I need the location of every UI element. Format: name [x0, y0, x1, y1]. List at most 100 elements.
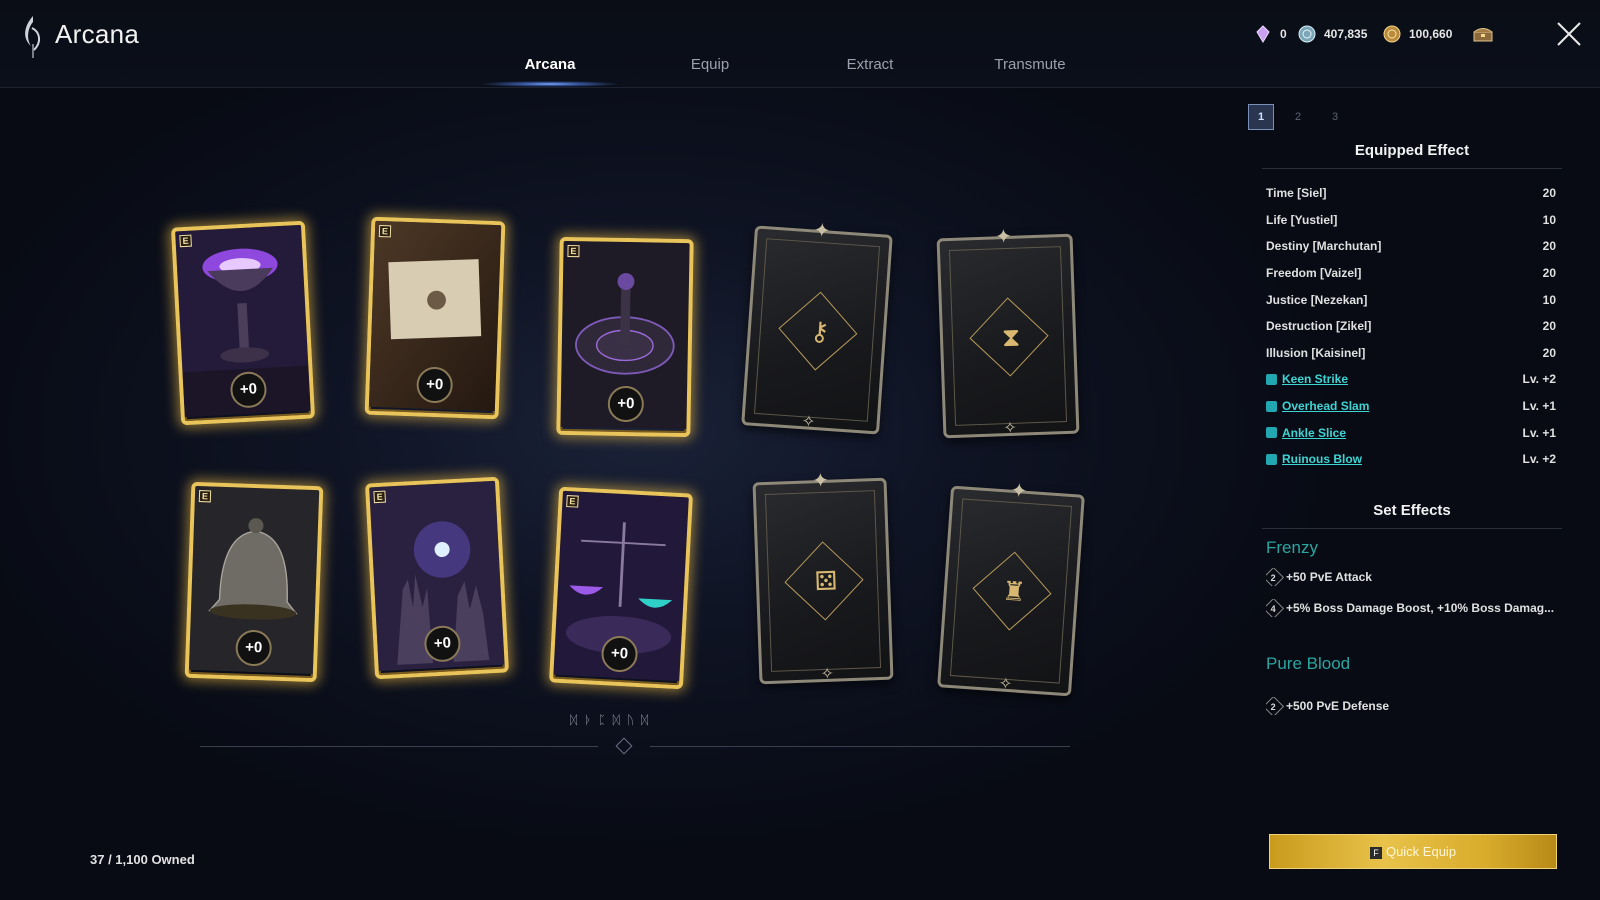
quick-equip-label: Quick Equip: [1385, 844, 1457, 859]
deck-runes-decoration: ᛞᚦᛈᛞᚢᛞ: [570, 713, 656, 727]
skill-name: Ruinous Blow: [1282, 452, 1362, 467]
compass-star-icon: ✦: [811, 469, 830, 493]
hourglass-icon: ⧗: [1001, 321, 1021, 353]
arcana-card-hands[interactable]: E +0: [364, 476, 510, 680]
effect-name: Time [Siel]: [1266, 186, 1327, 201]
skill-link-keen-strike[interactable]: Keen Strike: [1266, 372, 1348, 386]
empty-card-slot-key[interactable]: ✦ ⚷ ✧: [741, 220, 893, 435]
effect-name: Illusion [Kaisinel]: [1266, 345, 1366, 360]
compass-star-icon: ✧: [998, 675, 1013, 694]
grade-badge: E: [567, 244, 580, 258]
skill-link-ruinous-blow[interactable]: Ruinous Blow: [1266, 452, 1362, 466]
set-effect-row: 2 +50 PvE Attack: [1266, 568, 1558, 586]
compass-star-icon: ✧: [801, 413, 816, 432]
chest-icon: [1473, 28, 1493, 42]
skill-book-icon: [1266, 373, 1277, 385]
grade-badge: E: [179, 234, 192, 248]
grade-badge: E: [373, 490, 386, 504]
set-effect-row: 2 +500 PvE Defense: [1266, 697, 1558, 715]
preset-page-1[interactable]: 1: [1248, 104, 1274, 130]
active-tab-indicator: [480, 80, 620, 88]
equipped-effect-title: Equipped Effect: [1354, 142, 1470, 159]
effect-row: Justice [Nezekan] 10: [1266, 286, 1556, 313]
quick-equip-button[interactable]: F Quick Equip: [1269, 834, 1557, 869]
arcana-logo-icon: [25, 16, 40, 58]
compass-star-icon: ✧: [1003, 419, 1018, 438]
grade-badge: E: [198, 490, 212, 503]
effect-value: 20: [1542, 266, 1556, 281]
preset-pages: 1 2 3: [1248, 104, 1359, 130]
key-icon: ⚷: [809, 315, 831, 347]
set-effect-text: +5% Boss Damage Boost, +10% Boss Damag..…: [1286, 601, 1555, 615]
tab-transmute[interactable]: Transmute: [950, 56, 1110, 73]
deck-divider-right: [650, 746, 1070, 747]
effect-value: 20: [1542, 319, 1556, 334]
skill-row: Ruinous Blow Lv. +2: [1266, 446, 1556, 473]
skill-level: Lv. +2: [1522, 452, 1556, 467]
arcana-card-wheel[interactable]: E +0: [556, 236, 694, 438]
section-divider: [1262, 528, 1562, 529]
effect-value: 20: [1542, 345, 1556, 360]
compass-star-icon: ✦: [812, 219, 832, 243]
preset-page-3[interactable]: 3: [1322, 104, 1348, 130]
set-effect-row: 4 +5% Boss Damage Boost, +10% Boss Damag…: [1266, 599, 1558, 617]
skill-book-icon: [1266, 453, 1277, 465]
effect-row: Destiny [Marchutan] 20: [1266, 233, 1556, 260]
set-effects-title: Set Effects: [1373, 502, 1451, 519]
skill-name: Ankle Slice: [1282, 425, 1347, 440]
skill-level: Lv. +1: [1522, 399, 1556, 414]
set-count-badge: 2: [1266, 697, 1285, 715]
effect-row: Freedom [Vaizel] 20: [1266, 260, 1556, 287]
dice-icon: ⚄: [814, 565, 838, 597]
effect-row: Illusion [Kaisinel] 20: [1266, 340, 1556, 367]
deck-divider-node: [615, 737, 633, 755]
gold-coin-icon: [1383, 25, 1401, 43]
arcana-card-bell[interactable]: E +0: [184, 481, 324, 683]
currency-gold: 100,660: [1383, 24, 1452, 44]
deck-divider-left: [200, 746, 598, 747]
grade-badge: E: [566, 495, 579, 508]
skill-link-ankle-slice[interactable]: Ankle Slice: [1266, 426, 1346, 440]
silver-coin-icon: [1298, 25, 1316, 43]
effect-row: Destruction [Zikel] 20: [1266, 313, 1556, 340]
effect-value: 20: [1542, 239, 1556, 254]
close-icon[interactable]: [1555, 20, 1583, 48]
empty-card-slot-lantern[interactable]: ✦ ♜ ✧: [937, 480, 1085, 697]
set-count-badge: 2: [1266, 568, 1285, 586]
skill-name: Overhead Slam: [1282, 399, 1370, 414]
skill-level: Lv. +2: [1522, 372, 1556, 387]
set-effect-text: +50 PvE Attack: [1286, 570, 1372, 584]
set-name-frenzy: Frenzy: [1266, 538, 1318, 557]
skill-link-overhead-slam[interactable]: Overhead Slam: [1266, 399, 1369, 413]
tab-extract[interactable]: Extract: [790, 56, 950, 73]
crystal-amount: 0: [1280, 27, 1287, 41]
compass-star-icon: ✧: [820, 665, 835, 684]
main-tabs: Arcana Equip Extract Transmute: [470, 56, 1110, 88]
tab-equip[interactable]: Equip: [630, 56, 790, 73]
effect-name: Destruction [Zikel]: [1266, 319, 1372, 334]
compass-star-icon: ✦: [994, 225, 1013, 249]
top-bar: Arcana Arcana Equip Extract Transmute 0 …: [0, 0, 1600, 88]
effect-value: 10: [1542, 292, 1556, 307]
grade-badge: E: [378, 224, 392, 238]
empty-card-slot-dice[interactable]: ✦ ⚄ ✧: [752, 470, 894, 685]
page-title: Arcana: [55, 19, 140, 49]
arcana-card-chalice[interactable]: E +0: [170, 220, 316, 426]
currency-silver: 407,835: [1298, 24, 1367, 44]
empty-card-slot-hourglass[interactable]: ✦ ⧗ ✧: [936, 226, 1080, 439]
effect-name: Life [Yustiel]: [1266, 212, 1338, 227]
keyboard-key-hint: F: [1369, 846, 1382, 859]
arcana-card-scales[interactable]: E +0: [548, 486, 694, 690]
tab-arcana[interactable]: Arcana: [470, 56, 630, 73]
skill-book-icon: [1266, 400, 1277, 412]
compass-star-icon: ✦: [1009, 479, 1029, 503]
silver-amount: 407,835: [1324, 27, 1368, 41]
gold-amount: 100,660: [1409, 27, 1453, 41]
section-divider: [1262, 168, 1562, 169]
crystal-icon: [1256, 25, 1270, 43]
effect-name: Freedom [Vaizel]: [1266, 266, 1362, 281]
arcana-card-scroll[interactable]: E +0: [364, 216, 506, 420]
preset-page-2[interactable]: 2: [1285, 104, 1311, 130]
effect-value: 20: [1542, 186, 1556, 201]
currency-chest[interactable]: [1472, 24, 1502, 44]
